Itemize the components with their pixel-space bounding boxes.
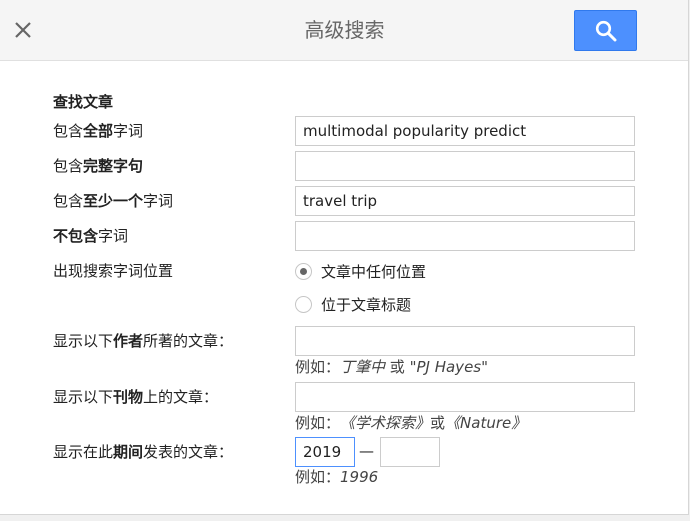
year-from-input[interactable]: [295, 437, 355, 467]
dialog-header: 高级搜索: [0, 0, 688, 61]
search-button[interactable]: [574, 10, 637, 51]
date-range-label: 显示在此期间发表的文章：: [53, 443, 234, 461]
publication-example: 例如：《学术探索》或《Nature》: [295, 414, 527, 432]
exact-phrase-input[interactable]: [295, 151, 635, 181]
search-icon: [595, 20, 617, 42]
occurrence-title-label: 位于文章标题: [321, 296, 412, 314]
publication-input[interactable]: [295, 382, 635, 412]
date-range-separator: —: [359, 442, 374, 460]
all-words-input[interactable]: [295, 116, 635, 146]
without-words-input[interactable]: [295, 221, 635, 251]
author-input[interactable]: [295, 326, 635, 356]
radio-button[interactable]: [295, 296, 312, 313]
publication-label: 显示以下刊物上的文章：: [53, 388, 219, 406]
author-label: 显示以下作者所著的文章：: [53, 332, 234, 350]
section-title: 查找文章: [53, 93, 114, 111]
at-least-one-input[interactable]: [295, 186, 635, 216]
occurrence-anywhere-label: 文章中任何位置: [321, 263, 427, 281]
year-to-input[interactable]: [380, 437, 440, 467]
author-example: 例如：丁肇中 或 "PJ Hayes": [295, 358, 489, 376]
occurrence-label: 出现搜索字词位置: [53, 262, 174, 280]
without-words-label: 不包含字词: [53, 227, 129, 245]
background-strip: [0, 515, 690, 521]
all-words-label: 包含全部字词: [53, 122, 144, 140]
at-least-one-label: 包含至少一个字词: [53, 192, 174, 210]
advanced-search-dialog: 高级搜索 查找文章 包含全部字词 包含完整字句 包含至少一个字词 不包含字词 出…: [0, 0, 689, 515]
radio-button-selected[interactable]: [295, 263, 312, 280]
exact-phrase-label: 包含完整字句: [53, 157, 144, 175]
date-example: 例如：1996: [295, 468, 379, 486]
